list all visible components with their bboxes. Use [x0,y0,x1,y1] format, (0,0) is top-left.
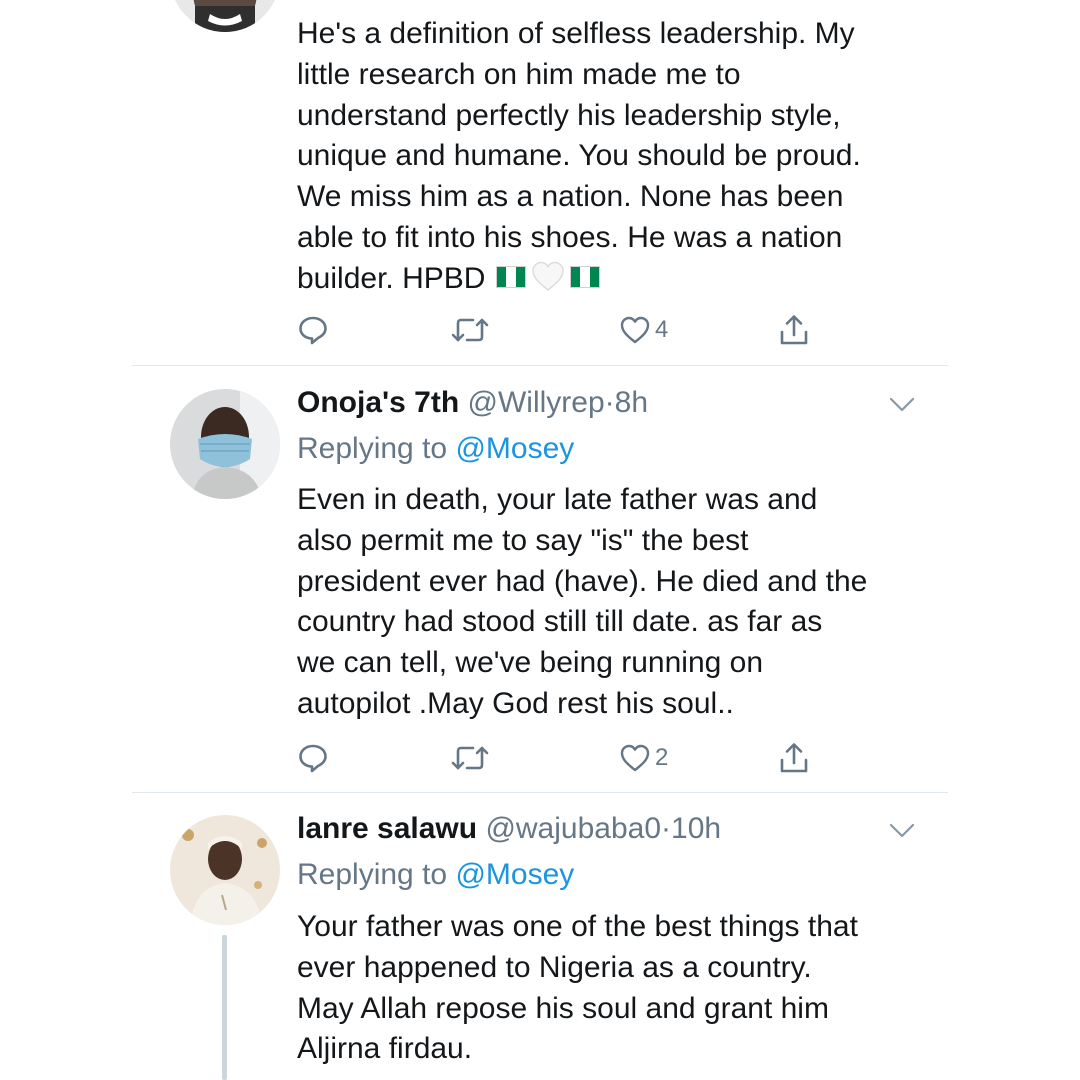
chevron-down-icon[interactable] [888,821,916,841]
replying-to: Replying to @Mosey [297,431,574,467]
mention-link[interactable]: @Mosey [455,858,574,891]
heart-icon [619,314,651,346]
user-handle[interactable]: @wajubaba0 [485,812,661,845]
divider [132,365,948,366]
separator-dot: · [604,386,615,419]
like-count: 4 [655,316,669,343]
tweet-actions: 4 [297,310,837,350]
like-button[interactable]: 2 [619,738,668,778]
replying-to-label: Replying to [297,858,456,891]
retweet-icon [450,742,490,774]
tweet-body: Even in death, your late father was and … [297,483,868,720]
share-icon [778,313,810,347]
reply-icon [297,742,329,774]
tweet-body: He's a definition of selfless leadership… [297,17,861,295]
heart-icon [619,742,651,774]
user-handle[interactable]: @Willyrep [468,386,605,419]
share-button[interactable] [778,738,810,778]
reply-button[interactable] [297,738,329,778]
display-name[interactable]: lanre salawu [297,812,477,845]
avatar[interactable] [170,389,280,499]
tweet-header: Onoja's 7th @Willyrep·8h [297,385,648,421]
reply-button[interactable] [297,310,329,350]
retweet-button[interactable] [450,738,490,778]
mention-link[interactable]: @Mosey [455,432,574,465]
share-button[interactable] [778,310,810,350]
reply-icon [297,314,329,346]
separator-dot: · [661,812,672,845]
tweet-emoji-trail [495,259,601,293]
divider [132,792,948,793]
nigeria-flag-emoji [570,266,600,288]
replying-to: Replying to @Mosey [297,857,574,893]
like-count: 2 [655,744,669,771]
tweet-header: lanre salawu @wajubaba0·10h [297,811,721,847]
tweet-body: Your father was one of the best things t… [297,910,858,1066]
nigeria-flag-emoji [496,266,526,288]
tweet-timestamp[interactable]: 8h [615,386,648,419]
tweet-timestamp[interactable]: 10h [671,812,721,845]
avatar[interactable] [170,0,280,32]
replying-to-label: Replying to [297,432,456,465]
share-icon [778,741,810,775]
chevron-down-icon[interactable] [888,395,916,415]
white-heart-emoji [531,259,565,293]
like-button[interactable]: 4 [619,310,668,350]
retweet-button[interactable] [450,310,490,350]
tweet-actions: 2 [297,738,837,778]
retweet-icon [450,314,490,346]
avatar[interactable] [170,815,280,925]
thread-connector [222,935,227,1080]
display-name[interactable]: Onoja's 7th [297,386,459,419]
